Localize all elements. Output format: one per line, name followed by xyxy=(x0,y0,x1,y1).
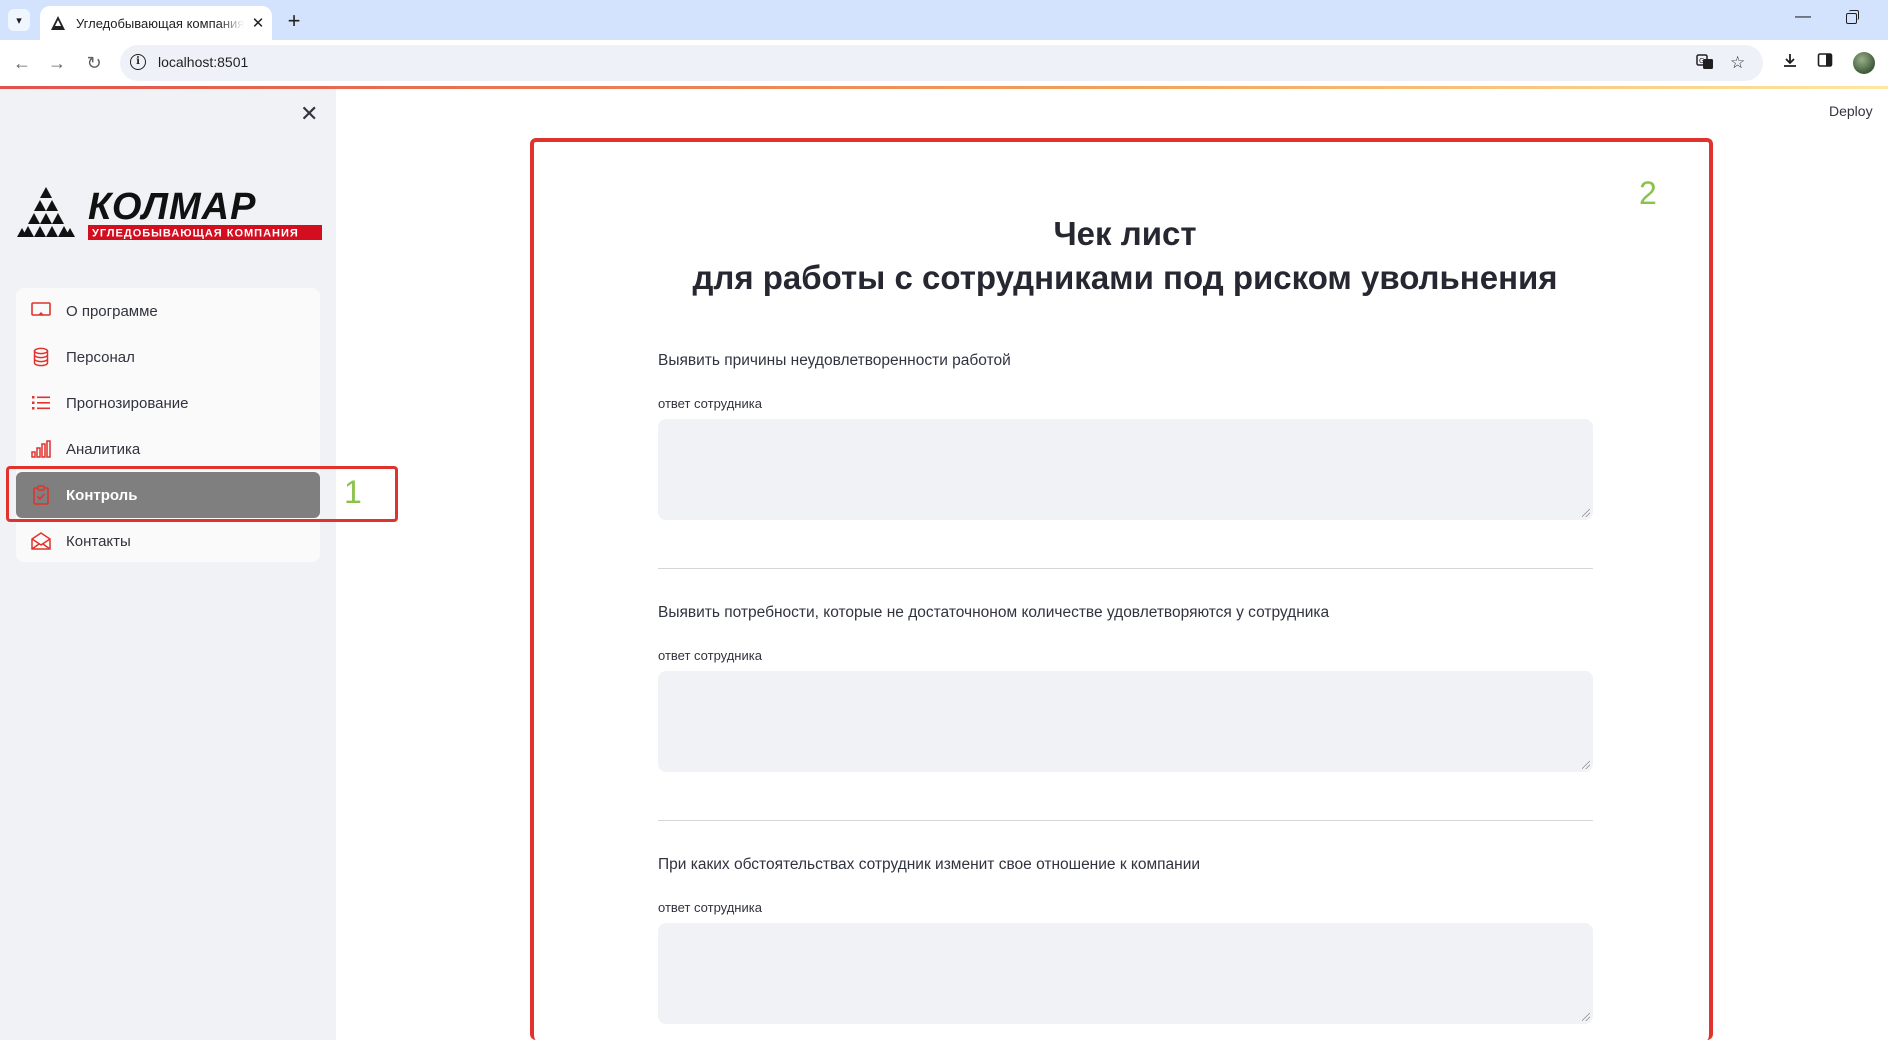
new-tab-icon[interactable]: + xyxy=(282,8,306,34)
answer-3-label: ответ сотрудника xyxy=(658,900,762,915)
sidebar-item-label: Аналитика xyxy=(66,440,141,458)
divider xyxy=(658,568,1593,569)
downloads-icon[interactable] xyxy=(1781,52,1799,75)
envelope-icon xyxy=(30,530,52,552)
page-title-line-1: Чек лист xyxy=(1053,215,1197,252)
page-title: Чек лист для работы с сотрудниками под р… xyxy=(658,212,1592,300)
logo-sub-text: УГЛЕДОБЫВАЮЩАЯ КОМПАНИЯ xyxy=(92,228,299,240)
logo-main-text: КОЛМАР xyxy=(88,186,256,228)
page-title-line-2: для работы с сотрудниками под риском уво… xyxy=(692,259,1558,296)
back-arrow-icon[interactable]: ← xyxy=(10,51,34,75)
address-url[interactable]: localhost:8501 xyxy=(158,54,248,70)
sidebar-item-forecasting[interactable]: Прогнозирование xyxy=(16,380,320,426)
resize-handle-icon[interactable] xyxy=(1582,509,1590,517)
browser-tab-bar: ▾ Угледобывающая компания «Колмар» ✕ + — xyxy=(0,0,1888,40)
reload-icon[interactable]: ↻ xyxy=(82,51,106,75)
svg-text:G: G xyxy=(1699,57,1704,65)
tab-search-chevron-icon[interactable]: ▾ xyxy=(8,9,30,31)
resize-handle-icon[interactable] xyxy=(1582,761,1590,769)
resize-handle-icon[interactable] xyxy=(1582,1013,1590,1021)
question-2-text: Выявить потребности, которые не достаточ… xyxy=(658,604,1330,621)
sidebar-item-label: О программе xyxy=(66,302,158,320)
forward-arrow-icon[interactable]: → xyxy=(45,51,69,75)
list-icon xyxy=(30,392,52,414)
sidebar-item-label: Прогнозирование xyxy=(66,394,189,412)
side-panel-icon[interactable] xyxy=(1817,52,1833,73)
answer-2-textarea[interactable] xyxy=(658,671,1593,772)
deploy-button[interactable]: Deploy xyxy=(1829,103,1873,119)
annotation-marker-2: 2 xyxy=(1639,175,1657,211)
question-1-text: Выявить причины неудовлетворенности рабо… xyxy=(658,352,1011,369)
kolmar-logo: КОЛМАР УГЛЕДОБЫВАЮЩАЯ КОМПАНИЯ xyxy=(17,186,322,240)
sidebar-item-label: Персонал xyxy=(66,348,135,366)
sidebar-close-icon[interactable]: ✕ xyxy=(300,101,318,127)
tab-close-icon[interactable]: ✕ xyxy=(250,14,266,32)
window-restore-icon[interactable] xyxy=(1846,10,1859,24)
kolmar-favicon-icon xyxy=(51,16,65,30)
answer-1-textarea[interactable] xyxy=(658,419,1593,520)
sidebar-item-contacts[interactable]: Контакты xyxy=(16,518,320,564)
sidebar-item-label: Контакты xyxy=(66,532,131,550)
bookmark-star-icon[interactable]: ☆ xyxy=(1730,53,1745,73)
bar-chart-icon xyxy=(30,438,52,460)
browser-toolbar: ← → ↻ i localhost:8501 G ☆ xyxy=(0,40,1888,86)
answer-2-label: ответ сотрудника xyxy=(658,648,762,663)
sidebar-item-staff[interactable]: Персонал xyxy=(16,334,320,380)
sidebar: ✕ КОЛМАР УГЛЕДОБЫВАЮЩАЯ КОМПАНИЯ О прогр… xyxy=(0,89,336,1040)
question-3-text: При каких обстоятельствах сотрудник изме… xyxy=(658,856,1201,873)
answer-1-label: ответ сотрудника xyxy=(658,396,762,411)
sidebar-item-about[interactable]: О программе xyxy=(16,288,320,334)
answer-3-textarea[interactable] xyxy=(658,923,1593,1024)
tab-title: Угледобывающая компания «Колмар» xyxy=(76,15,244,31)
address-bar[interactable]: i localhost:8501 G ☆ xyxy=(120,45,1763,81)
browser-tab[interactable]: Угледобывающая компания «Колмар» ✕ xyxy=(40,6,272,40)
annotation-marker-1: 1 xyxy=(344,474,362,510)
translate-icon[interactable]: G xyxy=(1696,53,1714,76)
database-icon xyxy=(30,346,52,368)
annotation-box-1 xyxy=(6,466,398,522)
monitor-icon xyxy=(30,300,52,322)
profile-avatar[interactable] xyxy=(1853,52,1875,74)
site-info-icon[interactable]: i xyxy=(130,54,146,70)
window-minimize-icon[interactable]: — xyxy=(1795,8,1811,26)
divider xyxy=(658,820,1593,821)
